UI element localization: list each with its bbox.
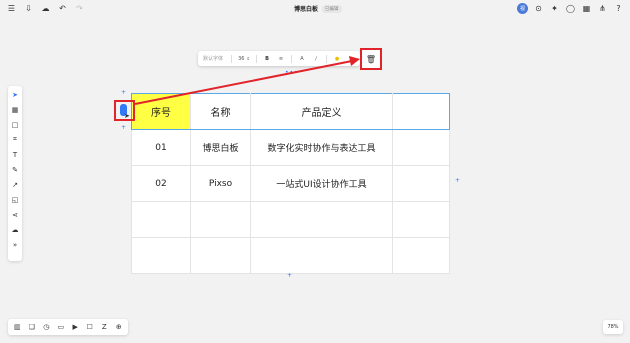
table-cell[interactable] [190, 237, 251, 274]
table-header-cell[interactable]: 名称 [190, 93, 251, 130]
timer-icon[interactable]: ◷ [42, 323, 51, 332]
table-cell[interactable]: 02 [131, 165, 191, 202]
table-row[interactable] [131, 201, 450, 238]
table-row[interactable]: 02 Pixso 一站式UI设计协作工具 [131, 165, 450, 202]
sticky-note-tool-icon[interactable]: ◱ [10, 194, 20, 205]
sleep-icon[interactable]: Z [100, 323, 109, 332]
toolbar-drag-handle[interactable]: ••• [285, 69, 299, 76]
table-row[interactable] [131, 237, 450, 274]
add-row-below-icon[interactable]: + [121, 124, 126, 131]
menu-icon[interactable]: ☰ [6, 3, 17, 14]
upload-tool-icon[interactable]: ☁ [10, 224, 20, 235]
rectangle-tool-icon[interactable]: □ [10, 119, 20, 130]
table-cell[interactable] [392, 129, 450, 166]
font-size-value: 36 [238, 55, 245, 62]
trash-icon: 🗑 [365, 54, 377, 64]
table-header-cell[interactable]: 产品定义 [250, 93, 393, 130]
ai-icon[interactable]: ✦ [549, 3, 560, 14]
toolbar-divider [256, 54, 257, 63]
comment-icon[interactable]: ▭ [56, 323, 65, 332]
status-badge: 已编辑 [322, 4, 342, 13]
add-column-icon[interactable]: + [455, 177, 460, 184]
data-table[interactable]: 序号 名称 产品定义 01 博思白板 数字化实时协作与表达工具 02 Pixso… [131, 93, 450, 274]
help-icon[interactable]: ? [613, 3, 624, 14]
table-cell[interactable]: 01 [131, 129, 191, 166]
undo-icon[interactable]: ↶ [57, 3, 68, 14]
play-icon[interactable]: ⊙ [533, 3, 544, 14]
cursor-icon: ➤ [124, 112, 130, 120]
document-title[interactable]: 博思白板 [294, 4, 318, 13]
redo-icon[interactable]: ↷ [74, 3, 85, 14]
table-header-cell[interactable]: 序号 [131, 93, 191, 130]
frame-tool-icon[interactable]: ⌗ [10, 134, 20, 145]
table-cell[interactable]: Pixso [190, 165, 251, 202]
top-bar: ☰ ⇩ ☁ ↶ ↷ 博思白板 已编辑 视 ⊙ ✦ ◯ ▦ ⋔ ? [0, 0, 630, 18]
text-tool-icon[interactable]: T [10, 149, 20, 160]
fill-color-icon[interactable]: ● [330, 51, 344, 66]
cloud-icon[interactable]: ☁ [40, 3, 51, 14]
more-tools-icon[interactable]: » [10, 239, 20, 250]
vote-icon[interactable]: ☐ [85, 323, 94, 332]
stepper-icon: ⇕ [246, 56, 250, 61]
table-header-row[interactable]: 序号 名称 产品定义 [131, 93, 450, 130]
table-cell[interactable] [250, 201, 393, 238]
text-color-icon[interactable]: A [295, 51, 309, 66]
bold-button[interactable]: B [260, 51, 274, 66]
grid-icon[interactable]: ▦ [581, 3, 592, 14]
table-cell[interactable]: 博思白板 [190, 129, 251, 166]
add-row-icon[interactable]: + [287, 272, 292, 279]
top-left-actions: ☰ ⇩ ☁ ↶ ↷ [6, 3, 85, 14]
align-icon[interactable]: ≡ [274, 51, 288, 66]
table-cell[interactable] [190, 201, 251, 238]
font-size-stepper[interactable]: 36 ⇕ [235, 51, 253, 66]
table-tool-icon[interactable]: ▦ [10, 104, 20, 115]
delete-button-highlight[interactable]: 🗑 [360, 48, 382, 70]
table-header-cell[interactable] [392, 93, 450, 130]
left-toolbar: ➤ ▦ □ ⌗ T ✎ ↗ ◱ ⋖ ☁ » [8, 86, 22, 261]
document-title-area: 博思白板 已编辑 [294, 4, 342, 13]
border-color-icon[interactable]: ∕ [309, 51, 323, 66]
table-cell[interactable]: 一站式UI设计协作工具 [250, 165, 393, 202]
top-right-actions: 视 ⊙ ✦ ◯ ▦ ⋔ ? [517, 3, 624, 14]
add-row-above-icon[interactable]: + [121, 89, 126, 96]
line-tool-icon[interactable]: ↗ [10, 179, 20, 190]
pen-tool-icon[interactable]: ✎ [10, 164, 20, 175]
table-format-toolbar: 默认字体 36 ⇕ B ≡ A ∕ ● [198, 51, 360, 66]
toolbar-divider [326, 54, 327, 63]
bottom-toolbar: ▥ ❏ ◷ ▭ ▶ ☐ Z ⊕ [8, 319, 128, 335]
toolbar-divider [291, 54, 292, 63]
video-icon[interactable]: ▶ [71, 323, 80, 332]
table-cell[interactable] [131, 201, 191, 238]
table-cell[interactable] [392, 165, 450, 202]
zoom-level[interactable]: 78% [603, 320, 623, 334]
table-cell[interactable] [250, 237, 393, 274]
table-cell[interactable] [392, 237, 450, 274]
font-family-select[interactable]: 默认字体 [198, 51, 228, 66]
export-icon[interactable]: ⇩ [23, 3, 34, 14]
table-cell[interactable] [131, 237, 191, 274]
table-cell[interactable]: 数字化实时协作与表达工具 [250, 129, 393, 166]
more-icon[interactable]: ⊕ [114, 323, 123, 332]
template-icon[interactable]: ▥ [13, 323, 22, 332]
mindmap-tool-icon[interactable]: ⋖ [10, 209, 20, 220]
select-tool-icon[interactable]: ➤ [10, 89, 20, 100]
share-icon[interactable]: ⋔ [597, 3, 608, 14]
layers-icon[interactable]: ❏ [27, 323, 36, 332]
comment-icon[interactable]: ◯ [565, 3, 576, 14]
avatar[interactable]: 视 [517, 3, 528, 14]
table-cell[interactable] [392, 201, 450, 238]
toolbar-divider [231, 54, 232, 63]
table-row[interactable]: 01 博思白板 数字化实时协作与表达工具 [131, 129, 450, 166]
